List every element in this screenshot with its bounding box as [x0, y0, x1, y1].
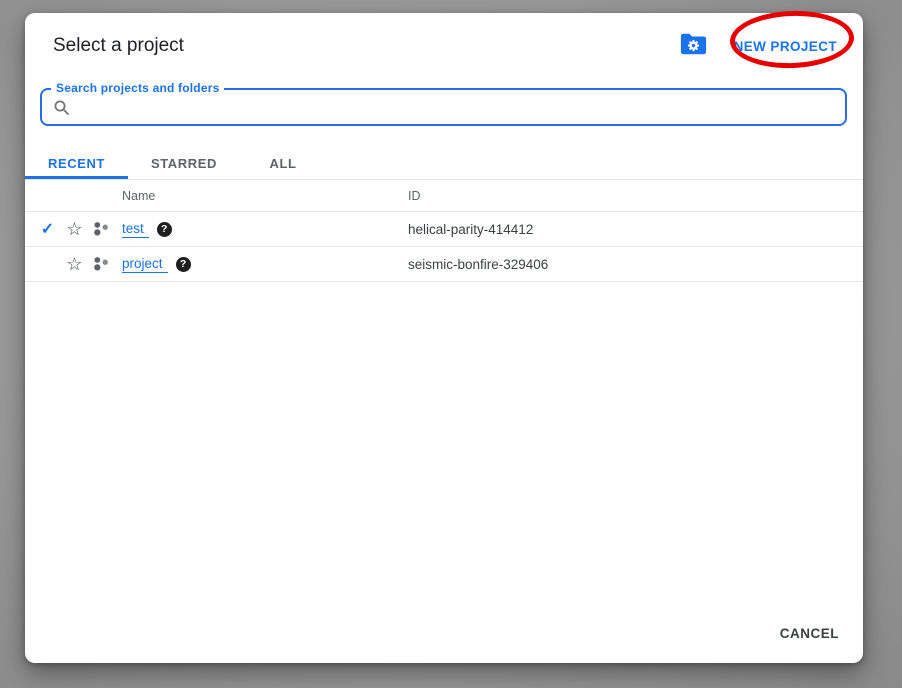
- project-id: helical-parity-414412: [408, 222, 863, 237]
- new-project-button[interactable]: NEW PROJECT: [734, 39, 837, 54]
- manage-resources-button[interactable]: [679, 32, 708, 61]
- search-input[interactable]: [42, 90, 845, 124]
- header-actions: NEW PROJECT: [679, 32, 837, 61]
- table-row[interactable]: ☆ project ? seismic-bonfire-329406: [25, 247, 863, 282]
- project-icon: [92, 219, 111, 240]
- cancel-button[interactable]: CANCEL: [780, 626, 839, 641]
- help-icon[interactable]: ?: [157, 222, 172, 237]
- project-icon: [92, 254, 111, 275]
- tab-recent[interactable]: RECENT: [25, 147, 128, 179]
- dialog-header: Select a project: [25, 13, 863, 59]
- project-id: seismic-bonfire-329406: [408, 257, 863, 272]
- table-header-row: Name ID: [25, 180, 863, 212]
- search-field[interactable]: Search projects and folders: [40, 88, 847, 126]
- project-name-cell: project ?: [122, 256, 408, 273]
- project-name-cell: test ?: [122, 221, 408, 238]
- dialog-title: Select a project: [53, 35, 184, 57]
- table-row[interactable]: ✓ ☆ test ? helical-parity-414412: [25, 212, 863, 247]
- project-link[interactable]: test: [122, 221, 149, 238]
- tab-starred[interactable]: STARRED: [128, 147, 240, 179]
- folder-gear-icon: [679, 32, 708, 61]
- selected-check-icon: ✓: [38, 219, 57, 239]
- help-icon[interactable]: ?: [176, 257, 191, 272]
- star-icon[interactable]: ☆: [65, 255, 84, 273]
- row-icons: ☆: [25, 254, 122, 275]
- row-icons: ✓ ☆: [25, 219, 122, 240]
- project-link[interactable]: project: [122, 256, 168, 273]
- column-header-id: ID: [408, 189, 863, 203]
- tab-all[interactable]: ALL: [240, 147, 326, 179]
- column-header-name: Name: [122, 189, 408, 203]
- tab-bar: RECENT STARRED ALL: [25, 147, 863, 180]
- select-project-dialog: Select a project: [25, 13, 863, 663]
- star-icon[interactable]: ☆: [65, 220, 84, 238]
